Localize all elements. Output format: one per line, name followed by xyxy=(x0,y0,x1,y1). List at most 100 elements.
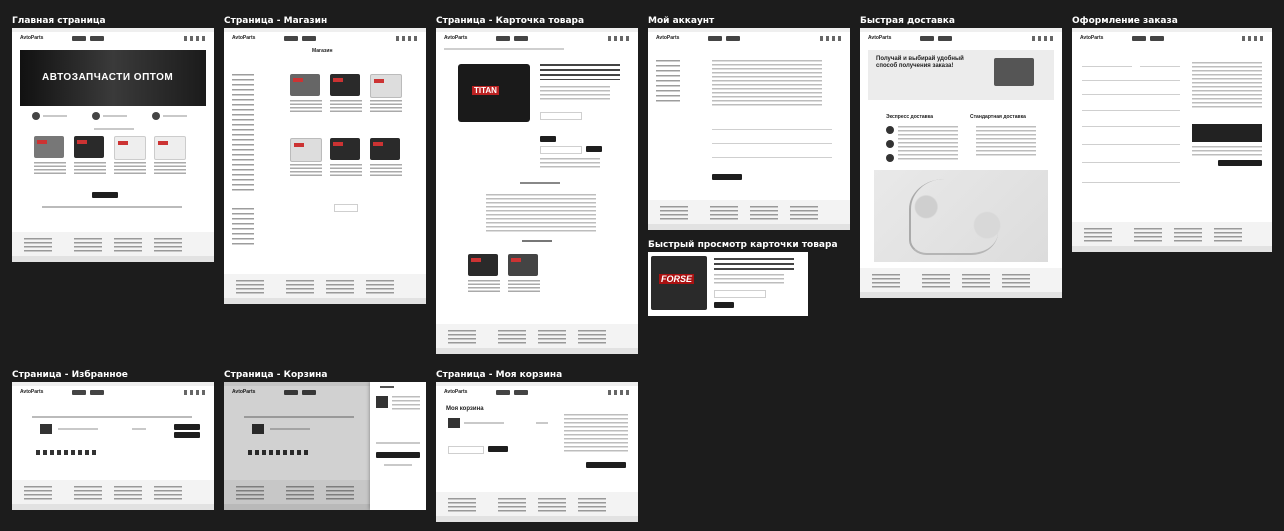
catalog-button[interactable] xyxy=(284,36,298,41)
product-image[interactable] xyxy=(468,254,498,276)
checkout-field[interactable] xyxy=(1082,106,1180,111)
site-header: AvtoParts xyxy=(436,388,638,398)
site-logo[interactable]: AvtoParts xyxy=(1080,35,1103,41)
add-to-cart-button[interactable] xyxy=(174,424,200,430)
footer-bottom-bar xyxy=(12,504,214,510)
pagination[interactable] xyxy=(334,204,358,212)
product-image[interactable] xyxy=(290,74,320,96)
product-image[interactable] xyxy=(508,254,538,276)
favorite-item-name xyxy=(58,428,98,430)
header-icons[interactable] xyxy=(1242,36,1264,41)
checkout-field[interactable] xyxy=(1140,62,1180,67)
product-image[interactable] xyxy=(74,136,104,158)
cart-overlay[interactable] xyxy=(224,382,370,510)
table-header xyxy=(32,416,192,418)
site-logo[interactable]: AvtoParts xyxy=(444,35,467,41)
promo-button[interactable] xyxy=(90,390,104,395)
product-image[interactable] xyxy=(114,136,146,160)
breadcrumb[interactable] xyxy=(444,48,564,50)
header-icons[interactable] xyxy=(1032,36,1054,41)
catalog-button[interactable] xyxy=(1132,36,1146,41)
quickview-buy-button[interactable] xyxy=(714,302,734,308)
site-logo[interactable]: AvtoParts xyxy=(20,389,43,395)
delivery-map[interactable] xyxy=(874,170,1048,262)
site-logo[interactable]: AvtoParts xyxy=(20,35,43,41)
remove-button[interactable] xyxy=(174,432,200,438)
product-image[interactable] xyxy=(370,74,402,98)
frame-account[interactable]: Мой аккаунт AvtoParts xyxy=(648,16,850,230)
checkout-button[interactable] xyxy=(586,462,626,468)
save-button[interactable] xyxy=(712,174,742,180)
checkout-field[interactable] xyxy=(1082,140,1180,145)
site-logo[interactable]: AvtoParts xyxy=(868,35,891,41)
quantity-stepper[interactable] xyxy=(540,146,582,154)
header-icons[interactable] xyxy=(608,36,630,41)
coupon-input[interactable] xyxy=(448,446,484,454)
category-list[interactable] xyxy=(232,74,254,194)
catalog-button[interactable] xyxy=(496,390,510,395)
promo-button[interactable] xyxy=(302,36,316,41)
promo-button[interactable] xyxy=(90,36,104,41)
product-image[interactable] xyxy=(154,136,186,160)
view-cart-link[interactable] xyxy=(384,464,412,466)
buy-button[interactable] xyxy=(540,136,556,142)
header-icons[interactable] xyxy=(608,390,630,395)
header-icons[interactable] xyxy=(820,36,842,41)
share-icons[interactable] xyxy=(36,450,96,455)
frame-title-cart: Страница - Корзина xyxy=(224,370,328,380)
promo-button[interactable] xyxy=(514,390,528,395)
product-image[interactable] xyxy=(330,138,360,160)
site-logo[interactable]: AvtoParts xyxy=(656,35,679,41)
product-image[interactable] xyxy=(370,138,400,160)
checkout-field[interactable] xyxy=(1082,178,1180,183)
add-to-cart-button[interactable] xyxy=(586,146,602,152)
top-strip xyxy=(12,28,214,32)
catalog-button[interactable] xyxy=(708,36,722,41)
checkout-field[interactable] xyxy=(1082,158,1180,163)
filter-list[interactable] xyxy=(232,208,254,248)
promo-button[interactable] xyxy=(1150,36,1164,41)
promo-button[interactable] xyxy=(938,36,952,41)
product-image[interactable] xyxy=(290,138,322,162)
checkout-field[interactable] xyxy=(1082,76,1180,81)
frame-shop[interactable]: Страница - Магазин AvtoParts Магазин xyxy=(224,16,426,304)
frame-checkout[interactable]: Оформление заказа AvtoParts xyxy=(1072,16,1272,252)
checkout-button[interactable] xyxy=(376,452,420,458)
quantity-input[interactable] xyxy=(540,112,582,120)
express-steps xyxy=(898,126,958,162)
tabs[interactable] xyxy=(520,182,560,184)
frame-quickview[interactable]: Быстрый просмотр карточки товара FORSE xyxy=(648,240,838,316)
quickview-quantity[interactable] xyxy=(714,290,766,298)
catalog-button[interactable] xyxy=(72,390,86,395)
site-logo[interactable]: AvtoParts xyxy=(444,389,467,395)
section-tabs[interactable] xyxy=(94,128,134,130)
catalog-button[interactable] xyxy=(496,36,510,41)
account-field[interactable] xyxy=(712,152,832,158)
site-logo[interactable]: AvtoParts xyxy=(232,35,255,41)
catalog-button[interactable] xyxy=(72,36,86,41)
frame-product[interactable]: Страница - Карточка товара AvtoParts TIT… xyxy=(436,16,638,354)
product-image[interactable] xyxy=(330,74,360,96)
account-menu[interactable] xyxy=(656,60,680,104)
header-icons[interactable] xyxy=(184,36,206,41)
frame-favorites[interactable]: Страница - Избранное AvtoParts xyxy=(12,370,214,510)
checkout-field[interactable] xyxy=(1082,122,1180,127)
place-order-button[interactable] xyxy=(1218,160,1262,166)
show-more-button[interactable] xyxy=(92,192,118,198)
frame-delivery[interactable]: Быстрая доставка AvtoParts Получай и выб… xyxy=(860,16,1062,298)
product-image[interactable] xyxy=(34,136,64,158)
slider-bar[interactable] xyxy=(42,206,182,208)
header-icons[interactable] xyxy=(396,36,418,41)
account-field[interactable] xyxy=(712,138,832,144)
header-icons[interactable] xyxy=(184,390,206,395)
frame-cart[interactable]: Страница - Корзина AvtoParts xyxy=(224,370,426,510)
checkout-field[interactable] xyxy=(1082,62,1132,67)
apply-coupon-button[interactable] xyxy=(488,446,508,452)
promo-button[interactable] xyxy=(514,36,528,41)
frame-mycart[interactable]: Страница - Моя корзина AvtoParts Моя кор… xyxy=(436,370,638,522)
checkout-field[interactable] xyxy=(1082,90,1180,95)
catalog-button[interactable] xyxy=(920,36,934,41)
account-field[interactable] xyxy=(712,124,832,130)
promo-button[interactable] xyxy=(726,36,740,41)
frame-home[interactable]: Главная страница AvtoParts АВТОЗАПЧАСТИ … xyxy=(12,16,214,262)
